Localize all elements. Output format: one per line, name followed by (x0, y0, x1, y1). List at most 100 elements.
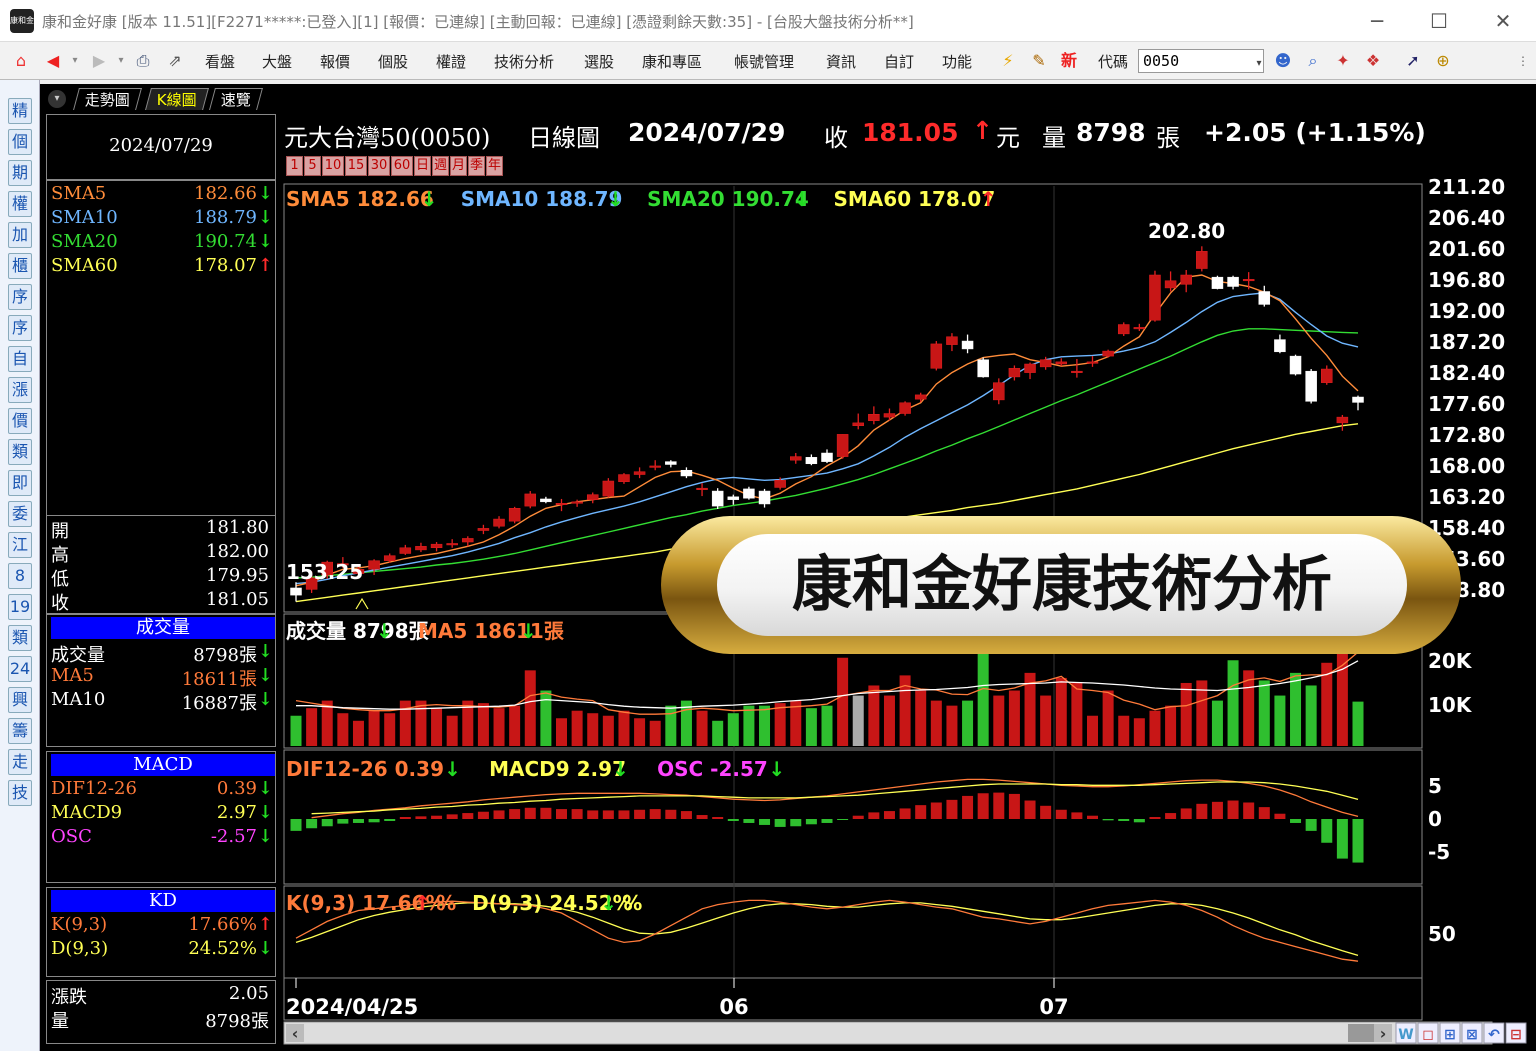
sidebar-item-6[interactable]: 序 (8, 284, 32, 310)
people-icon[interactable]: ☻ (1272, 50, 1294, 72)
osc-bar (727, 819, 739, 821)
menu-warrant[interactable]: 權證 (436, 51, 466, 72)
macd-tick-label: -5 (1428, 840, 1450, 864)
osc-bar (1352, 819, 1364, 863)
print-icon[interactable]: ⎙ (132, 50, 154, 72)
maximize-icon[interactable]: ☐ (1424, 6, 1454, 36)
volume-bar (649, 720, 661, 746)
back-dropdown-icon[interactable]: ▾ (64, 50, 86, 72)
osc-bar (352, 819, 364, 823)
menu-stock[interactable]: 個股 (378, 51, 408, 72)
sidebar-item-10[interactable]: 價 (8, 408, 32, 434)
menu-kgi-zone[interactable]: 康和專區 (642, 51, 702, 72)
sidebar-item-4[interactable]: 加 (8, 222, 32, 248)
sidebar-item-8[interactable]: 自 (8, 346, 32, 372)
chart-tool-minus-icon[interactable]: ⊟ (1510, 1027, 1522, 1043)
popout-icon[interactable]: ⇗ (164, 50, 186, 72)
menu-account[interactable]: 帳號管理 (734, 51, 794, 72)
chart-tool-grid-icon[interactable]: ⊞ (1444, 1027, 1456, 1043)
chart-tool-w-icon[interactable]: W (1398, 1027, 1413, 1043)
x-axis-area (283, 977, 1423, 1021)
volume-bar (602, 715, 614, 746)
volume-tick-label: 10K (1428, 693, 1473, 717)
forward-icon[interactable]: ▶ (88, 50, 110, 72)
menu-info[interactable]: 資訊 (826, 51, 856, 72)
scroll-thumb[interactable] (1348, 1024, 1374, 1042)
candle-body (571, 501, 583, 504)
osc-bar (790, 819, 802, 827)
zoom-icon[interactable]: ⊕ (1432, 50, 1454, 72)
price-legend-1: SMA10 188.79 (461, 187, 623, 211)
sidebar-item-5[interactable]: 櫃 (8, 253, 32, 279)
menu-custom[interactable]: 自訂 (884, 51, 914, 72)
chart-tool-undo-icon[interactable]: ↶ (1488, 1027, 1500, 1043)
volume-bar (665, 705, 677, 746)
osc-bar (696, 815, 708, 819)
volume-bar (1008, 690, 1020, 746)
candle-body (649, 465, 661, 468)
menu-quote[interactable]: 報價 (320, 51, 350, 72)
back-icon[interactable]: ◀ (42, 50, 64, 72)
sidebar-item-17[interactable]: 類 (8, 625, 32, 651)
volume-legend-0: 成交量 8798張 (286, 619, 430, 643)
sidebar-item-19[interactable]: 興 (8, 687, 32, 713)
sidebar-item-12[interactable]: 即 (8, 470, 32, 496)
edit-icon[interactable]: ✎ (1028, 50, 1050, 72)
sidebar-item-1[interactable]: 個 (8, 129, 32, 155)
candle-body (1180, 274, 1192, 285)
home-icon[interactable]: ⌂ (10, 50, 32, 72)
volume-bar (556, 718, 567, 746)
code-label: 代碼 (1098, 53, 1129, 71)
volume-bar (290, 715, 302, 746)
sidebar-item-22[interactable]: 技 (8, 780, 32, 806)
scroll-left-icon[interactable]: ‹ (292, 1024, 299, 1043)
chart-tool-icon[interactable]: ✦ (1332, 50, 1354, 72)
sidebar-item-21[interactable]: 走 (8, 749, 32, 775)
chart-tool-box-icon[interactable]: ◻ (1422, 1027, 1434, 1043)
code-dropdown-icon[interactable]: ▾ (1248, 53, 1270, 75)
sidebar-item-18[interactable]: 24 (8, 656, 32, 682)
scroll-right-icon[interactable]: › (1380, 1024, 1387, 1043)
sidebar-item-0[interactable]: 精 (8, 98, 32, 124)
menu-watch[interactable]: 看盤 (205, 51, 235, 72)
toolbar-more-icon[interactable]: ⋮ (1512, 50, 1534, 72)
close-icon[interactable]: ✕ (1488, 6, 1518, 36)
candle-body (1133, 327, 1146, 330)
sidebar-item-7[interactable]: 序 (8, 315, 32, 341)
sidebar-item-20[interactable]: 籌 (8, 718, 32, 744)
sidebar-item-13[interactable]: 委 (8, 501, 32, 527)
sidebar-item-9[interactable]: 漲 (8, 377, 32, 403)
sidebar-item-2[interactable]: 期 (8, 160, 32, 186)
lightning-icon[interactable]: ⚡ (997, 50, 1019, 72)
menu-market[interactable]: 大盤 (262, 51, 292, 72)
alert-icon[interactable]: ❖ (1362, 50, 1384, 72)
volume-bar (1258, 680, 1270, 746)
x-axis-label: 06 (719, 995, 748, 1019)
cursor-icon[interactable]: ➚ (1402, 50, 1424, 72)
menu-technical[interactable]: 技術分析 (494, 51, 554, 72)
price-tick-label: 196.80 (1428, 268, 1505, 292)
sidebar-item-15[interactable]: 8 (8, 563, 32, 589)
forward-dropdown-icon[interactable]: ▾ (110, 50, 132, 72)
osc-bar (1180, 808, 1192, 819)
chart-tool-cross-icon[interactable]: ⊠ (1466, 1027, 1478, 1043)
code-input[interactable]: 0050 (1138, 49, 1264, 73)
horizontal-scrollbar[interactable] (283, 1021, 1493, 1045)
search-icon[interactable]: ⌕ (1302, 50, 1324, 72)
volume-bar (431, 708, 443, 746)
news-icon[interactable]: 新 (1058, 50, 1080, 72)
sidebar-item-14[interactable]: 江 (8, 532, 32, 558)
sidebar-item-16[interactable]: 19 (8, 594, 32, 620)
osc-bar (805, 819, 817, 825)
minimize-icon[interactable]: ─ (1362, 6, 1392, 36)
candle-body (1149, 274, 1161, 321)
sidebar-item-11[interactable]: 類 (8, 439, 32, 465)
candle-body (680, 469, 693, 477)
sidebar-item-3[interactable]: 權 (8, 191, 32, 217)
candle-body (1352, 396, 1364, 403)
candle-body (633, 471, 646, 475)
menu-function[interactable]: 功能 (942, 51, 972, 72)
price-tick-label: 177.60 (1428, 392, 1505, 416)
menu-screener[interactable]: 選股 (584, 51, 614, 72)
candle-body (1321, 368, 1333, 383)
